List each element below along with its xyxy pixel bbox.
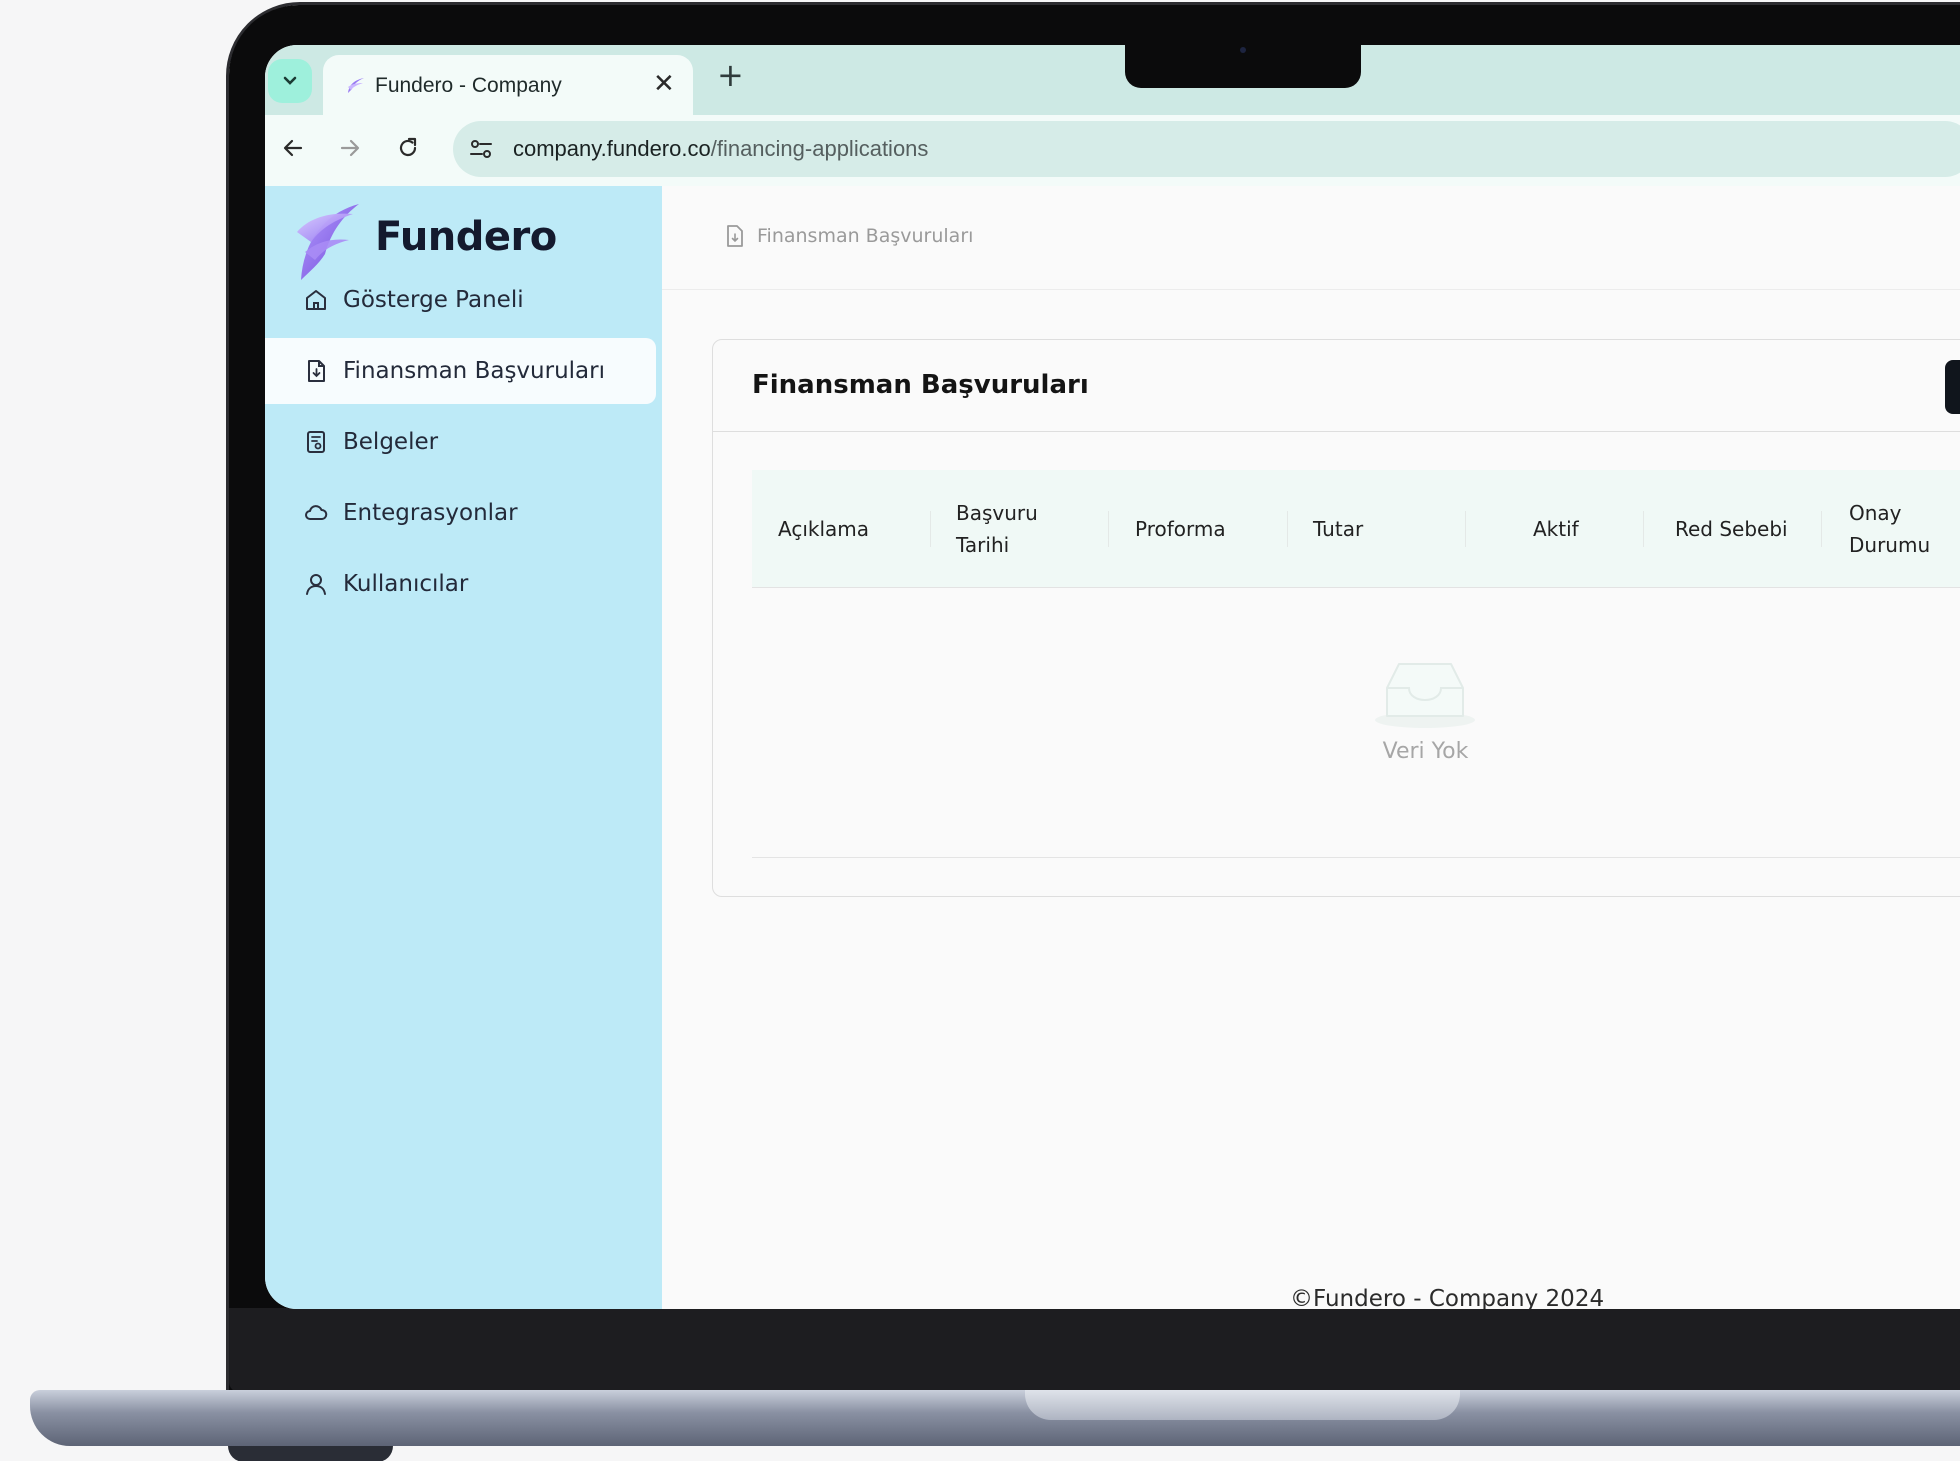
url-path: /financing-applications <box>710 136 929 161</box>
column-divider <box>1643 511 1644 547</box>
sidebar-item-label: Gösterge Paneli <box>343 287 524 313</box>
breadcrumb: Finansman Başvuruları <box>662 186 1960 290</box>
sidebar-item-documents[interactable]: Belgeler <box>265 409 656 475</box>
column-divider <box>1108 511 1109 547</box>
sidebar-item-label: Finansman Başvuruları <box>343 358 605 384</box>
back-button[interactable] <box>278 133 308 163</box>
column-header-description[interactable]: Açıklama <box>778 470 918 588</box>
user-icon <box>306 574 326 595</box>
arrow-right-icon <box>340 139 360 157</box>
sidebar-item-users[interactable]: Kullanıcılar <box>265 551 656 617</box>
column-header-application-date[interactable]: Başvuru Tarihi <box>956 470 1056 588</box>
column-divider <box>1465 511 1466 547</box>
column-divider <box>930 511 931 547</box>
reload-icon <box>399 137 417 157</box>
sidebar-item-label: Belgeler <box>343 429 439 455</box>
column-header-proforma[interactable]: Proforma <box>1135 470 1275 588</box>
address-bar[interactable]: company.fundero.co/financing-application… <box>453 121 1960 177</box>
sidebar-item-label: Entegrasyonlar <box>343 500 518 526</box>
browser-nav-bar: company.fundero.co/financing-application… <box>265 115 1960 186</box>
laptop-base <box>30 1390 1960 1446</box>
browser-tab[interactable]: Fundero - Company ✕ <box>323 55 693 115</box>
close-tab-icon[interactable]: ✕ <box>653 69 675 99</box>
breadcrumb-item[interactable]: Finansman Başvuruları <box>757 225 973 247</box>
footer-text: ©Fundero - Company 2024 <box>1290 1286 1605 1309</box>
cloud-icon <box>305 505 328 520</box>
screen: Fundero - Company ✕ + company.fundero.co… <box>265 45 1960 1309</box>
browser-tab-bar: Fundero - Company ✕ + <box>265 45 1960 115</box>
new-tab-button[interactable]: + <box>717 59 744 91</box>
file-icon <box>308 360 325 382</box>
tab-search-button[interactable] <box>268 59 312 103</box>
laptop-chin <box>229 1308 1960 1392</box>
fundero-favicon-icon <box>348 78 364 93</box>
column-divider <box>1287 511 1288 547</box>
applications-card: Finansman Başvuruları Açıklama Başvuru T… <box>712 339 1960 897</box>
column-header-approval-status[interactable]: Onay Durumu <box>1849 470 1944 588</box>
page-title: Finansman Başvuruları <box>752 370 1089 400</box>
site-settings-icon[interactable] <box>467 135 495 163</box>
brand-name: Fundero <box>375 214 557 260</box>
main-content: Finansman Başvuruları Finansman Başvurul… <box>662 186 1960 1309</box>
arrow-left-icon <box>283 139 303 157</box>
column-header-active[interactable]: Aktif <box>1533 470 1633 588</box>
column-header-amount[interactable]: Tutar <box>1313 470 1453 588</box>
tab-title: Fundero - Company <box>375 74 562 97</box>
reload-button[interactable] <box>393 133 423 163</box>
document-icon <box>307 431 325 453</box>
sidebar-item-integrations[interactable]: Entegrasyonlar <box>265 480 656 546</box>
camera-icon <box>1240 47 1246 53</box>
chevron-down-icon <box>283 76 297 85</box>
new-application-button[interactable] <box>1945 360 1960 414</box>
inbox-empty-icon <box>1375 663 1475 728</box>
laptop-lid-notch <box>1025 1390 1460 1420</box>
sidebar-item-dashboard[interactable]: Gösterge Paneli <box>265 267 656 333</box>
file-icon <box>727 225 743 247</box>
url-text: company.fundero.co/financing-application… <box>513 136 928 162</box>
sidebar-item-label: Kullanıcılar <box>343 571 469 597</box>
sidebar-item-financing-applications[interactable]: Finansman Başvuruları <box>265 338 656 404</box>
table-bottom-divider <box>752 857 1960 858</box>
empty-state-text: Veri Yok <box>1382 739 1469 764</box>
column-header-rejection-reason[interactable]: Red Sebebi <box>1675 470 1825 588</box>
url-domain: company.fundero.co <box>513 136 711 161</box>
column-divider <box>1821 511 1822 547</box>
card-header: Finansman Başvuruları <box>713 340 1960 432</box>
home-icon <box>306 290 326 310</box>
sidebar: Fundero Gösterge Paneli Finansman Başvur… <box>265 186 662 1309</box>
laptop-foot <box>228 1446 393 1461</box>
table-header: Açıklama Başvuru Tarihi Proforma Tutar A… <box>752 470 1960 588</box>
forward-button[interactable] <box>335 133 365 163</box>
